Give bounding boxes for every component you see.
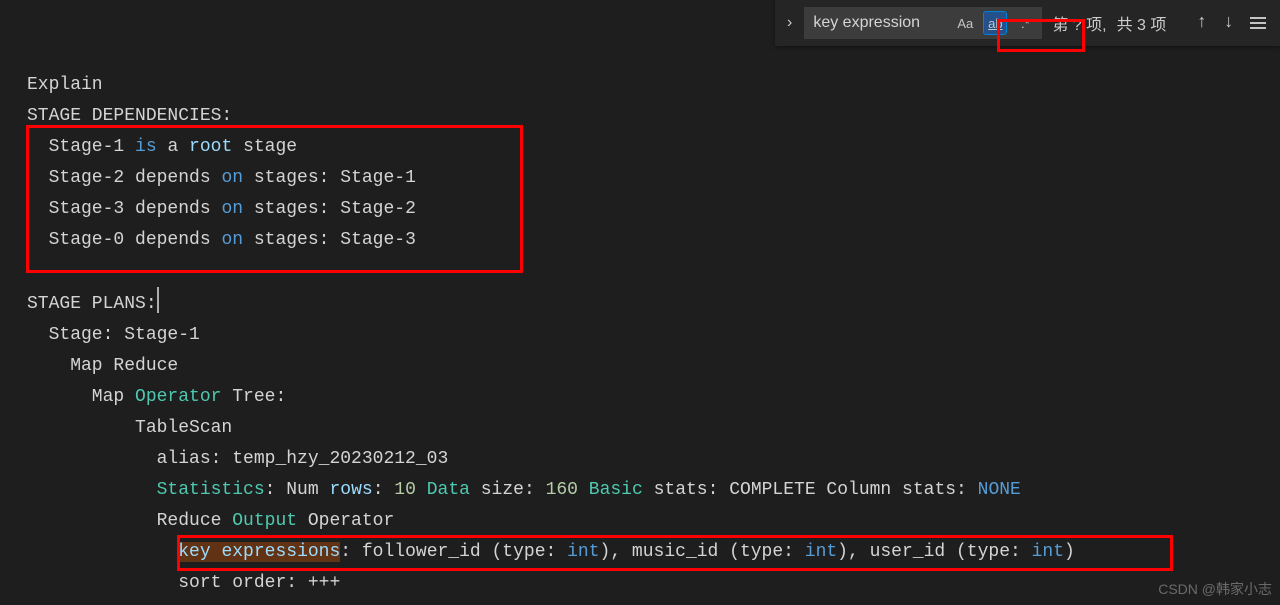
code-editor[interactable]: Explain STAGE DEPENDENCIES: Stage-1 is a… bbox=[0, 0, 1280, 599]
find-prev-icon[interactable]: ↑ bbox=[1196, 13, 1207, 33]
find-actions: ↑ ↓ bbox=[1196, 13, 1266, 33]
find-next-icon[interactable]: ↓ bbox=[1223, 13, 1234, 33]
code-line: STAGE DEPENDENCIES: bbox=[27, 106, 232, 126]
find-bar: › Aa ab .* 第 ? 项, 共 3 项 ↑ ↓ bbox=[775, 0, 1280, 46]
regex-icon[interactable]: .* bbox=[1013, 11, 1037, 35]
code-line: Map Operator Tree: bbox=[27, 387, 286, 407]
code-line: TableScan bbox=[27, 418, 232, 438]
find-match-index: 第 ? 项, bbox=[1052, 11, 1106, 35]
find-input-container: Aa ab .* bbox=[804, 7, 1042, 39]
code-line: Map Reduce bbox=[27, 356, 178, 376]
code-line: Statistics: Num rows: 10 Data size: 160 … bbox=[27, 480, 1021, 500]
code-line: Stage-1 is a root stage bbox=[27, 137, 297, 157]
match-case-icon[interactable]: Aa bbox=[953, 11, 977, 35]
code-line: Explain bbox=[27, 75, 103, 95]
code-line: STAGE PLANS: bbox=[27, 294, 159, 314]
find-toggle-replace-icon[interactable]: › bbox=[785, 14, 795, 32]
code-line: Reduce Output Operator bbox=[27, 511, 394, 531]
find-input[interactable] bbox=[813, 14, 947, 32]
code-line: sort order: +++ bbox=[27, 573, 340, 593]
code-line: Stage-0 depends on stages: Stage-3 bbox=[27, 230, 416, 250]
code-line: key expressions: follower_id (type: int)… bbox=[27, 542, 1075, 562]
match-whole-word-icon[interactable]: ab bbox=[983, 11, 1007, 35]
find-match-total: 共 3 项 bbox=[1117, 11, 1167, 35]
code-line: Stage-2 depends on stages: Stage-1 bbox=[27, 168, 416, 188]
code-line: Stage: Stage-1 bbox=[27, 325, 200, 345]
find-menu-icon[interactable] bbox=[1250, 17, 1266, 29]
editor-cursor bbox=[157, 287, 159, 313]
code-line: alias: temp_hzy_20230212_03 bbox=[27, 449, 448, 469]
code-line: Stage-3 depends on stages: Stage-2 bbox=[27, 199, 416, 219]
